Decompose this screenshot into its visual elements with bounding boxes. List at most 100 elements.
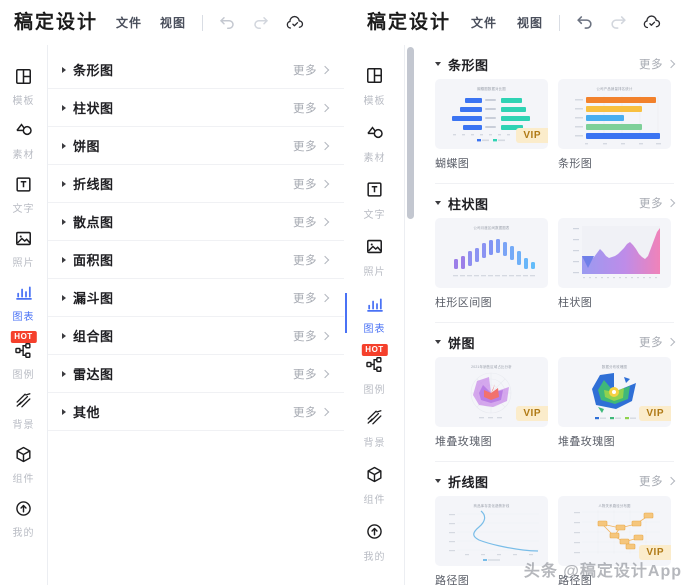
undo-icon[interactable]: [217, 13, 237, 33]
hot-badge: HOT: [361, 344, 387, 356]
list-item-label: 散点图: [73, 212, 114, 231]
more-button[interactable]: 更多: [293, 366, 328, 382]
rail-item-diagram[interactable]: HOT 图例: [345, 342, 404, 399]
chart-card[interactable]: 柱状图: [558, 218, 671, 310]
more-button[interactable]: 更多: [293, 62, 328, 78]
more-button[interactable]: 更多: [293, 328, 328, 344]
more-button[interactable]: 更多: [293, 214, 328, 230]
rail-item-background[interactable]: 背景: [345, 399, 404, 456]
more-button[interactable]: 更多: [293, 176, 328, 192]
more-button[interactable]: 更多: [293, 404, 328, 420]
card-label: 堆叠玫瑰图: [435, 433, 548, 449]
redo-icon[interactable]: [251, 13, 271, 33]
list-item[interactable]: 折线图 更多: [48, 165, 344, 203]
list-item[interactable]: 饼图 更多: [48, 127, 344, 165]
chart-card[interactable]: 公司产品销量排名统计: [558, 79, 671, 171]
menu-view-right[interactable]: 视图: [517, 14, 543, 31]
more-button[interactable]: 更多: [293, 252, 328, 268]
rail-item-chart[interactable]: 图表: [345, 285, 404, 342]
chevron-right-icon: [321, 331, 329, 339]
more-button[interactable]: 更多: [639, 195, 674, 211]
more-label: 更多: [639, 56, 663, 72]
more-label: 更多: [639, 334, 663, 350]
chart-icon: [14, 281, 34, 303]
menu-view-left[interactable]: 视图: [160, 14, 186, 31]
left-body: 模板 素材 文字: [0, 45, 344, 585]
chart-card[interactable]: 蝴蝶图数据对比图: [435, 79, 548, 171]
rail-item-component[interactable]: 组件: [345, 456, 404, 513]
undo-icon[interactable]: [574, 13, 594, 33]
thumb-mini-title: 商品库存变化趋势折线: [435, 503, 548, 508]
list-item[interactable]: 漏斗图 更多: [48, 279, 344, 317]
rail-item-diagram[interactable]: HOT 图例: [0, 329, 47, 383]
list-item[interactable]: 柱状图 更多: [48, 89, 344, 127]
cloud-save-icon[interactable]: [642, 13, 662, 33]
chart-card[interactable]: 2021年销售区域占比分析: [435, 357, 548, 449]
section-header-pie[interactable]: 饼图 更多: [435, 323, 674, 357]
text-icon: [365, 179, 384, 201]
list-item-label: 雷达图: [73, 364, 114, 383]
rail-label: 模板: [364, 92, 386, 107]
rail-label: 组件: [13, 470, 35, 485]
component-icon: [14, 443, 33, 465]
chart-card[interactable]: 人物关系路径分布图: [558, 496, 671, 585]
list-item-label: 组合图: [73, 326, 114, 345]
more-button[interactable]: 更多: [639, 473, 674, 489]
rail-item-background[interactable]: 背景: [0, 383, 47, 437]
more-button[interactable]: 更多: [639, 56, 674, 72]
rail-item-text[interactable]: 文字: [0, 167, 47, 221]
template-icon: [365, 65, 384, 87]
text-icon: [14, 173, 33, 195]
rail-item-template[interactable]: 模板: [0, 59, 47, 113]
menu-file-right[interactable]: 文件: [471, 14, 497, 31]
list-item[interactable]: 散点图 更多: [48, 203, 344, 241]
rail-label: 文字: [364, 206, 386, 221]
chart-card[interactable]: 商品库存变化趋势折线: [435, 496, 548, 585]
chevron-down-icon: [435, 479, 441, 483]
chevron-right-icon: [667, 477, 675, 485]
rail-label: 文字: [13, 200, 35, 215]
chevron-right-icon: [62, 181, 66, 187]
chevron-right-icon: [321, 141, 329, 149]
scrollbar-thumb[interactable]: [407, 47, 414, 219]
list-item[interactable]: 其他 更多: [48, 393, 344, 431]
rail-item-template[interactable]: 模板: [345, 57, 404, 114]
rail-item-text[interactable]: 文字: [345, 171, 404, 228]
rail-item-material[interactable]: 素材: [345, 114, 404, 171]
list-item[interactable]: 面积图 更多: [48, 241, 344, 279]
menu-file-left[interactable]: 文件: [116, 14, 142, 31]
list-item[interactable]: 组合图 更多: [48, 317, 344, 355]
chart-thumbnail: 公司产品销量排名统计: [558, 79, 671, 149]
cloud-save-icon[interactable]: [285, 13, 305, 33]
section-header-column[interactable]: 柱状图 更多: [435, 184, 674, 218]
scrollbar-track[interactable]: [405, 45, 417, 585]
rail-item-component[interactable]: 组件: [0, 437, 47, 491]
chart-thumbnail: 公司月度区间数据图表: [435, 218, 548, 288]
icon-rail-left: 模板 素材 文字: [0, 45, 48, 585]
rail-item-photo[interactable]: 照片: [0, 221, 47, 275]
gallery-sections: 条形图 更多 蝴蝶图数据对比图: [419, 45, 674, 585]
vip-badge: VIP: [516, 406, 548, 421]
rail-item-photo[interactable]: 照片: [345, 228, 404, 285]
more-button[interactable]: 更多: [293, 138, 328, 154]
rail-label: 我的: [13, 524, 35, 539]
left-view: 稿定设计 文件 视图 模板: [0, 0, 344, 585]
list-item[interactable]: 雷达图 更多: [48, 355, 344, 393]
section-header-line[interactable]: 折线图 更多: [435, 462, 674, 496]
chart-card[interactable]: 数据分布玫瑰图: [558, 357, 671, 449]
more-button[interactable]: 更多: [293, 290, 328, 306]
list-item[interactable]: 条形图 更多: [48, 51, 344, 89]
rail-item-mine[interactable]: 我的: [0, 491, 47, 545]
chart-thumbnail: [558, 218, 671, 288]
chevron-down-icon: [435, 340, 441, 344]
redo-icon[interactable]: [608, 13, 628, 33]
chevron-down-icon: [435, 201, 441, 205]
section-header-bar[interactable]: 条形图 更多: [435, 45, 674, 79]
more-button[interactable]: 更多: [639, 334, 674, 350]
more-button[interactable]: 更多: [293, 100, 328, 116]
chart-card[interactable]: 公司月度区间数据图表: [435, 218, 548, 310]
rail-item-mine[interactable]: 我的: [345, 513, 404, 570]
thumb-mini-title: 2021年销售区域占比分析: [435, 364, 548, 369]
rail-item-chart[interactable]: 图表: [0, 275, 47, 329]
rail-item-material[interactable]: 素材: [0, 113, 47, 167]
